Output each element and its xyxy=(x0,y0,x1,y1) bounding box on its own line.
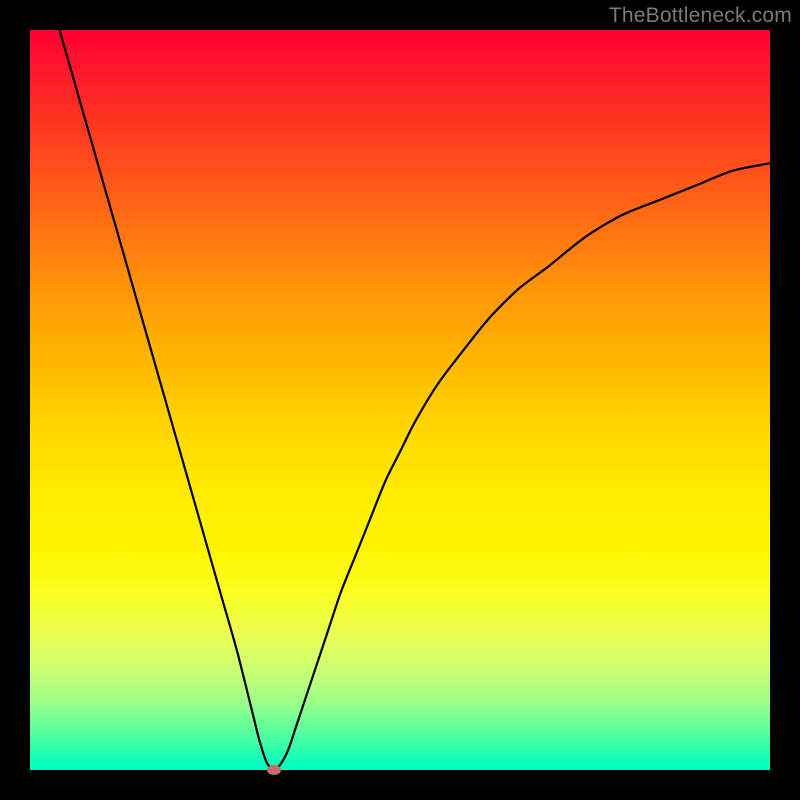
watermark-text: TheBottleneck.com xyxy=(609,4,792,28)
chart-container: TheBottleneck.com xyxy=(0,0,800,800)
bottleneck-curve xyxy=(60,30,770,770)
plot-area xyxy=(30,30,770,770)
curve-svg xyxy=(30,30,770,770)
optimum-marker xyxy=(267,765,281,775)
